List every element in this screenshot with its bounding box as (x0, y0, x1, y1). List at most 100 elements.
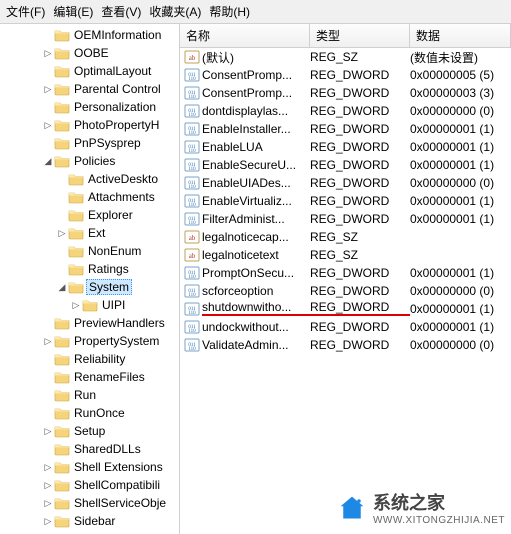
tree-item[interactable]: ▷SideBySide (0, 530, 179, 534)
tree-item-label: Ext (86, 226, 107, 240)
svg-text:ab: ab (189, 252, 196, 260)
table-row[interactable]: 011110EnableVirtualiz...REG_DWORD0x00000… (180, 192, 511, 210)
menu-file[interactable]: 文件(F) (4, 2, 47, 21)
table-row[interactable]: 011110ConsentPromp...REG_DWORD0x00000005… (180, 66, 511, 84)
tree-item[interactable]: ▷PhotoPropertyH (0, 116, 179, 134)
table-row[interactable]: 011110FilterAdminist...REG_DWORD0x000000… (180, 210, 511, 228)
tree-item[interactable]: ◢Policies (0, 152, 179, 170)
expand-icon[interactable]: ◢ (56, 281, 68, 293)
reg-dword-icon: 011110 (184, 301, 200, 317)
reg-dword-icon: 011110 (184, 283, 200, 299)
tree-item[interactable]: Attachments (0, 188, 179, 206)
tree-item-label: System (86, 279, 132, 295)
table-row[interactable]: 011110scforceoptionREG_DWORD0x00000000 (… (180, 282, 511, 300)
folder-icon (54, 334, 70, 348)
menu-favorites[interactable]: 收藏夹(A) (147, 2, 203, 21)
tree-item[interactable]: PreviewHandlers (0, 314, 179, 332)
value-type: REG_DWORD (310, 266, 410, 280)
table-row[interactable]: ab(默认)REG_SZ(数值未设置) (180, 48, 511, 66)
tree-item[interactable]: ▷Shell Extensions (0, 458, 179, 476)
menu-edit[interactable]: 编辑(E) (51, 2, 95, 21)
svg-text:ab: ab (189, 54, 196, 62)
expand-icon[interactable]: ▷ (42, 47, 54, 59)
tree-panel[interactable]: OEMInformation▷OOBEOptimalLayout▷Parenta… (0, 24, 180, 534)
table-row[interactable]: 011110PromptOnSecu...REG_DWORD0x00000001… (180, 264, 511, 282)
tree-item-label: NonEnum (86, 244, 143, 258)
value-data: 0x00000001 (1) (410, 158, 511, 172)
expand-icon[interactable]: ▷ (42, 83, 54, 95)
table-row[interactable]: 011110EnableInstaller...REG_DWORD0x00000… (180, 120, 511, 138)
table-row[interactable]: 011110ConsentPromp...REG_DWORD0x00000003… (180, 84, 511, 102)
tree-item[interactable]: Personalization (0, 98, 179, 116)
reg-dword-icon: 011110 (184, 85, 200, 101)
expand-icon (42, 407, 54, 419)
value-data: 0x00000000 (0) (410, 104, 511, 118)
expand-icon (56, 245, 68, 257)
tree-item[interactable]: ◢ System (0, 278, 179, 296)
reg-dword-icon: 011110 (184, 193, 200, 209)
value-type: REG_DWORD (310, 140, 410, 154)
value-type: REG_DWORD (310, 68, 410, 82)
tree-item[interactable]: SharedDLLs (0, 440, 179, 458)
list-header: 名称 类型 数据 (180, 24, 511, 48)
tree-item[interactable]: ActiveDeskto (0, 170, 179, 188)
reg-sz-icon: ab (184, 247, 200, 263)
expand-icon[interactable]: ▷ (42, 425, 54, 437)
expand-icon[interactable]: ▷ (42, 119, 54, 131)
value-type: REG_DWORD (310, 338, 410, 352)
tree-item[interactable]: Explorer (0, 206, 179, 224)
tree-item-label: PropertySystem (72, 334, 161, 348)
tree-item[interactable]: ▷UIPI (0, 296, 179, 314)
svg-text:110: 110 (188, 131, 196, 136)
expand-icon[interactable]: ▷ (42, 335, 54, 347)
table-row[interactable]: ablegalnoticetextREG_SZ (180, 246, 511, 264)
table-row[interactable]: 011110EnableUIADes...REG_DWORD0x00000000… (180, 174, 511, 192)
table-row[interactable]: 011110undockwithout...REG_DWORD0x0000000… (180, 318, 511, 336)
tree-item[interactable]: ▷Sidebar (0, 512, 179, 530)
folder-icon (54, 496, 70, 510)
tree-item[interactable]: Ratings (0, 260, 179, 278)
expand-icon[interactable]: ▷ (42, 479, 54, 491)
tree-item[interactable]: NonEnum (0, 242, 179, 260)
folder-icon (54, 46, 70, 60)
menu-view[interactable]: 查看(V) (99, 2, 143, 21)
expand-icon[interactable]: ▷ (42, 515, 54, 527)
tree-item[interactable]: Run (0, 386, 179, 404)
expand-icon[interactable]: ▷ (56, 227, 68, 239)
table-row[interactable]: 011110dontdisplaylas...REG_DWORD0x000000… (180, 102, 511, 120)
tree-item[interactable]: Reliability (0, 350, 179, 368)
table-row[interactable]: 011110shutdownwitho...REG_DWORD0x0000000… (180, 300, 511, 318)
tree-item-label: Setup (72, 424, 107, 438)
tree-item-label: Explorer (86, 208, 135, 222)
tree-item[interactable]: OEMInformation (0, 26, 179, 44)
tree-item[interactable]: ▷ Ext (0, 224, 179, 242)
tree-item[interactable]: PnPSysprep (0, 134, 179, 152)
tree-item[interactable]: RenameFiles (0, 368, 179, 386)
tree-item[interactable]: ▷ShellServiceObje (0, 494, 179, 512)
expand-icon[interactable]: ▷ (42, 461, 54, 473)
tree-item[interactable]: ▷OOBE (0, 44, 179, 62)
col-header-type[interactable]: 类型 (310, 24, 410, 47)
col-header-name[interactable]: 名称 (180, 24, 310, 47)
col-header-data[interactable]: 数据 (410, 24, 511, 47)
tree-item[interactable]: ▷ShellCompatibili (0, 476, 179, 494)
tree-item[interactable]: ▷ PropertySystem (0, 332, 179, 350)
table-row[interactable]: 011110ValidateAdmin...REG_DWORD0x0000000… (180, 336, 511, 354)
menu-help[interactable]: 帮助(H) (207, 2, 252, 21)
table-row[interactable]: 011110EnableLUAREG_DWORD0x00000001 (1) (180, 138, 511, 156)
value-type: REG_SZ (310, 230, 410, 244)
expand-icon[interactable]: ▷ (70, 299, 82, 311)
value-data: 0x00000001 (1) (410, 302, 511, 316)
value-name: legalnoticetext (202, 248, 310, 262)
svg-text:110: 110 (188, 221, 196, 226)
expand-icon[interactable]: ▷ (42, 497, 54, 509)
tree-item[interactable]: ▷Parental Control (0, 80, 179, 98)
tree-item[interactable]: OptimalLayout (0, 62, 179, 80)
expand-icon[interactable]: ◢ (42, 155, 54, 167)
watermark-title: 系统之家 (373, 489, 505, 515)
table-row[interactable]: 011110EnableSecureU...REG_DWORD0x0000000… (180, 156, 511, 174)
reg-dword-icon: 011110 (184, 265, 200, 281)
tree-item[interactable]: ▷ Setup (0, 422, 179, 440)
tree-item[interactable]: RunOnce (0, 404, 179, 422)
table-row[interactable]: ablegalnoticecap...REG_SZ (180, 228, 511, 246)
